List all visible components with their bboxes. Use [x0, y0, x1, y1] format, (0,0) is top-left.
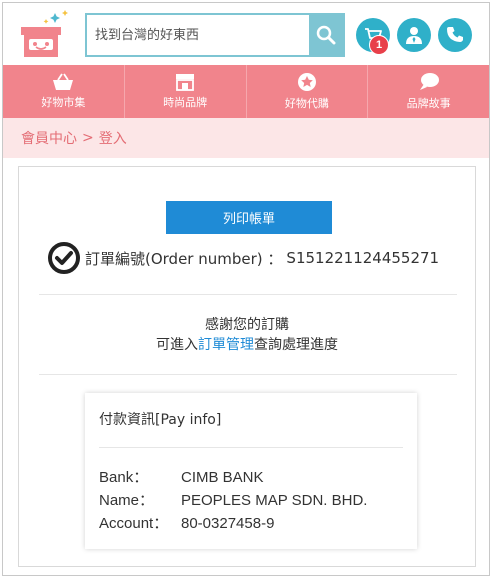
account-label: Account： — [99, 515, 169, 532]
chat-bubble-icon — [419, 73, 439, 90]
payment-info-title: 付款資訊[Pay info] — [99, 412, 222, 428]
cart-count-badge: 1 — [369, 35, 389, 55]
order-number-value: S151221124455271 — [286, 249, 440, 267]
payment-info-card: 付款資訊[Pay info] Bank： CIMB BANK Name： PEOPL… — [85, 393, 417, 549]
nav-item-market[interactable]: 好物市集 — [3, 65, 125, 118]
nav-item-story[interactable]: 品牌故事 — [368, 65, 489, 118]
hint-suffix: 查詢處理進度 — [254, 337, 338, 353]
search-button[interactable] — [309, 15, 343, 55]
account-value: 80-0327458-9 — [181, 515, 275, 532]
nav-item-label: 好物市集 — [41, 96, 86, 109]
breadcrumb-member-center[interactable]: 會員中心 — [21, 128, 77, 148]
name-label: Name： — [99, 492, 155, 509]
thanks-line: 感謝您的訂購 — [205, 317, 289, 333]
print-bill-button[interactable]: 列印帳單 — [166, 201, 332, 234]
storefront-icon — [176, 74, 195, 91]
name-value: PEOPLES MAP SDN. BHD. — [181, 492, 368, 509]
order-management-link[interactable]: 訂單管理 — [198, 337, 254, 353]
breadcrumb-separator: > — [82, 130, 94, 146]
nav-item-label: 好物代購 — [284, 97, 329, 110]
star-badge-icon — [297, 73, 316, 91]
phone-icon — [447, 27, 463, 42]
cart-button[interactable]: 1 — [356, 18, 390, 55]
gift-box-logo-icon[interactable] — [15, 9, 75, 59]
search-box — [85, 13, 345, 57]
nav-item-label: 時尚品牌 — [163, 96, 208, 109]
site-header: 1 — [3, 3, 489, 65]
hint-prefix: 可進入 — [156, 337, 198, 353]
check-circle-icon — [48, 242, 80, 274]
divider — [39, 374, 457, 375]
bank-value: CIMB BANK — [181, 469, 264, 486]
page-frame: 1 好物市集 — [2, 2, 490, 576]
order-management-hint: 可進入訂單管理查詢處理進度 — [19, 335, 475, 355]
member-button[interactable] — [397, 18, 431, 52]
user-icon — [406, 27, 422, 44]
divider — [39, 294, 457, 295]
account-row: Account： 80-0327458-9 — [99, 512, 274, 533]
breadcrumb: 會員中心 > 登入 — [3, 118, 489, 158]
thanks-message: 感謝您的訂購 可進入訂單管理查詢處理進度 — [19, 315, 475, 355]
nav-item-proxy[interactable]: 好物代購 — [247, 65, 369, 118]
search-input[interactable] — [87, 15, 309, 55]
nav-item-fashion[interactable]: 時尚品牌 — [125, 65, 247, 118]
breadcrumb-current[interactable]: 登入 — [99, 128, 127, 148]
shopping-basket-icon — [53, 73, 74, 90]
order-number-row: 訂單編號(Order number) ： S151221124455271 — [47, 241, 439, 275]
order-complete-panel: 列印帳單 訂單編號(Order number) ： S1512211244552… — [18, 166, 476, 567]
main-nav: 好物市集 時尚品牌 好物代購 品牌故事 — [3, 65, 489, 118]
bank-row: Bank： CIMB BANK — [99, 466, 264, 487]
bank-label: Bank： — [99, 469, 149, 486]
name-row: Name： PEOPLES MAP SDN. BHD. — [99, 489, 367, 510]
nav-item-label: 品牌故事 — [406, 97, 451, 110]
payment-divider — [99, 447, 403, 448]
search-icon — [316, 25, 336, 45]
order-number-label: 訂單編號(Order number) ： — [85, 249, 283, 268]
phone-button[interactable] — [438, 18, 472, 52]
